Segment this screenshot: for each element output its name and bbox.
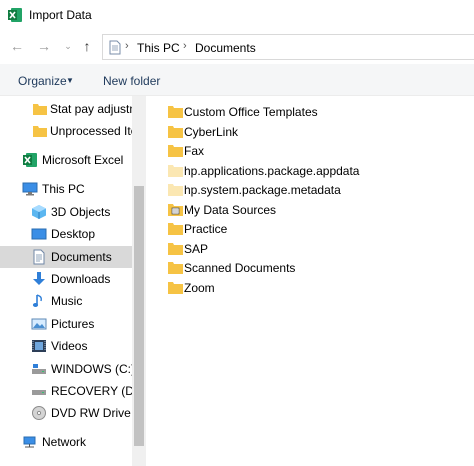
folder-icon bbox=[168, 145, 183, 157]
sidebar-item-pictures[interactable]: Pictures bbox=[0, 313, 132, 335]
sidebar-item-label: Downloads bbox=[51, 272, 111, 286]
sidebar-item-stat-pay[interactable]: Stat pay adjustm bbox=[0, 98, 132, 120]
list-item[interactable]: Fax bbox=[160, 141, 460, 161]
sidebar-scrollbar[interactable] bbox=[132, 96, 146, 466]
recent-locations-chevron-down-icon[interactable]: ⌄ bbox=[60, 38, 76, 54]
list-item[interactable]: SAP bbox=[160, 239, 460, 259]
drive-icon bbox=[32, 364, 46, 374]
file-name: Zoom bbox=[184, 281, 215, 295]
folder-icon bbox=[33, 126, 47, 137]
folder-icon bbox=[168, 282, 183, 294]
sidebar-item-downloads[interactable]: Downloads bbox=[0, 268, 132, 290]
sidebar-item-label: This PC bbox=[42, 182, 85, 196]
sidebar-item-3d-objects[interactable]: 3D Objects bbox=[0, 201, 132, 223]
list-item[interactable]: CyberLink bbox=[160, 122, 460, 142]
breadcrumb-separator-icon[interactable]: › bbox=[125, 40, 129, 52]
sidebar-item-unprocessed[interactable]: Unprocessed Iter bbox=[0, 120, 132, 142]
breadcrumb-separator-icon[interactable]: › bbox=[183, 40, 187, 52]
network-icon bbox=[23, 436, 36, 448]
organize-button[interactable]: Organize bbox=[18, 74, 67, 88]
folder-icon bbox=[168, 126, 183, 138]
file-name: CyberLink bbox=[184, 125, 239, 139]
navigation-pane: Stat pay adjustm Unprocessed Iter Micros… bbox=[0, 96, 146, 466]
file-name: Practice bbox=[184, 222, 228, 236]
forward-arrow-icon[interactable]: → bbox=[36, 38, 52, 54]
sidebar-item-network[interactable]: Network bbox=[0, 431, 132, 453]
excel-icon bbox=[8, 8, 22, 22]
sidebar-item-windows-c[interactable]: WINDOWS (C:) bbox=[0, 358, 132, 380]
desktop-icon bbox=[31, 228, 47, 240]
folder-light-icon bbox=[168, 184, 183, 196]
data-sources-folder-icon bbox=[168, 204, 183, 216]
list-item[interactable]: My Data Sources bbox=[160, 200, 460, 220]
documents-location-icon bbox=[109, 40, 121, 55]
list-item[interactable]: hp.applications.package.appdata bbox=[160, 161, 460, 181]
sidebar-item-label: Pictures bbox=[51, 317, 95, 331]
sidebar-scrollbar-thumb[interactable] bbox=[134, 186, 144, 446]
file-name: Custom Office Templates bbox=[184, 105, 318, 119]
documents-icon bbox=[33, 249, 45, 265]
file-name: My Data Sources bbox=[184, 203, 277, 217]
sidebar-item-label: Documents bbox=[51, 250, 112, 264]
videos-icon bbox=[32, 340, 46, 352]
sidebar-item-videos[interactable]: Videos bbox=[0, 335, 132, 357]
music-icon bbox=[32, 294, 42, 307]
folder-icon bbox=[33, 104, 47, 115]
sidebar-item-music[interactable]: Music bbox=[0, 290, 132, 312]
folder-light-icon bbox=[168, 165, 183, 177]
list-item[interactable]: hp.system.package.metadata bbox=[160, 180, 460, 200]
sidebar-item-label: Stat pay adjustm bbox=[50, 102, 132, 116]
sidebar-item-label: 3D Objects bbox=[51, 205, 111, 219]
list-item[interactable]: Zoom bbox=[160, 278, 460, 298]
computer-icon bbox=[22, 182, 38, 196]
3d-objects-icon bbox=[32, 205, 46, 219]
sidebar-item-label: Videos bbox=[51, 339, 88, 353]
address-bar[interactable]: › This PC › Documents bbox=[102, 34, 474, 60]
sidebar-item-label: Microsoft Excel bbox=[42, 153, 124, 167]
file-name: hp.system.package.metadata bbox=[184, 183, 341, 197]
organize-caret-icon[interactable]: ▼ bbox=[66, 76, 74, 85]
file-name: hp.applications.package.appdata bbox=[184, 164, 360, 178]
sidebar-item-label: Network bbox=[42, 435, 87, 449]
sidebar-item-label: Unprocessed Iter bbox=[50, 124, 132, 138]
list-item[interactable]: Scanned Documents bbox=[160, 258, 460, 278]
drive-icon bbox=[32, 390, 46, 395]
sidebar-item-label: DVD RW Drive (E bbox=[51, 406, 132, 420]
file-name: SAP bbox=[184, 242, 209, 256]
dvd-drive-icon bbox=[32, 406, 46, 420]
file-name: Scanned Documents bbox=[184, 261, 296, 275]
sidebar-item-label: Music bbox=[51, 294, 83, 308]
sidebar-item-this-pc[interactable]: This PC bbox=[0, 178, 132, 200]
new-folder-button[interactable]: New folder bbox=[103, 74, 160, 88]
downloads-icon bbox=[33, 272, 45, 285]
sidebar-item-microsoft-excel[interactable]: Microsoft Excel bbox=[0, 149, 132, 171]
folder-icon bbox=[168, 243, 183, 255]
excel-icon bbox=[23, 153, 37, 167]
sidebar-item-desktop[interactable]: Desktop bbox=[0, 223, 132, 245]
back-arrow-icon[interactable]: ← bbox=[9, 38, 25, 54]
list-item[interactable]: Custom Office Templates bbox=[160, 102, 460, 122]
window-title: Import Data bbox=[29, 8, 92, 22]
breadcrumb-documents[interactable]: Documents bbox=[195, 41, 256, 55]
list-item[interactable]: Practice bbox=[160, 219, 460, 239]
folder-icon bbox=[168, 106, 183, 118]
sidebar-item-documents[interactable]: Documents bbox=[0, 246, 132, 268]
navigation-bar: ← → ⌄ ↑ › This PC › Documents bbox=[0, 30, 474, 64]
up-arrow-icon[interactable]: ↑ bbox=[79, 38, 95, 54]
file-list: Custom Office Templates CyberLink Fax hp… bbox=[160, 100, 474, 466]
breadcrumb-this-pc[interactable]: This PC bbox=[137, 41, 180, 55]
command-bar: Organize ▼ New folder bbox=[0, 64, 474, 96]
pictures-icon bbox=[31, 318, 47, 330]
sidebar-item-label: Desktop bbox=[51, 227, 96, 241]
sidebar-item-label: RECOVERY (D:) bbox=[51, 384, 132, 398]
folder-icon bbox=[168, 223, 183, 235]
title-bar: Import Data bbox=[0, 0, 474, 30]
folder-icon bbox=[168, 262, 183, 274]
file-name: Fax bbox=[184, 144, 205, 158]
sidebar-item-recovery-d[interactable]: RECOVERY (D:) bbox=[0, 380, 132, 402]
sidebar-item-label: WINDOWS (C:) bbox=[51, 362, 132, 376]
sidebar-item-dvd-rw-drive[interactable]: DVD RW Drive (E bbox=[0, 402, 132, 424]
